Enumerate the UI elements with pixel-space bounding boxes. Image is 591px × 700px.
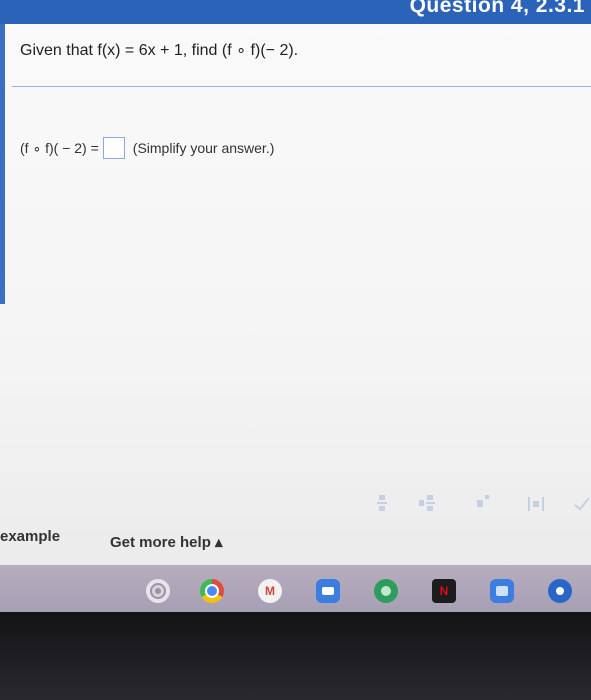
fraction-icon[interactable] [376, 494, 388, 512]
answer-hint: (Simplify your answer.) [132, 140, 275, 156]
answer-input[interactable] [102, 137, 125, 159]
exponent-icon[interactable] [476, 494, 490, 508]
laptop-bezel [0, 612, 591, 700]
header-bar: Question 4, 2.3.1 [0, 0, 591, 24]
netflix-icon[interactable]: N [432, 579, 456, 603]
section-divider [12, 86, 591, 97]
question-number-label: Question 4, 2.3.1 [409, 0, 585, 17]
gmail-icon[interactable]: M [258, 579, 282, 603]
store-icon[interactable] [548, 579, 572, 603]
absolute-value-icon[interactable] [527, 497, 545, 511]
mixed-number-icon[interactable] [418, 494, 436, 512]
footer-links: example Get more help ▴ [0, 528, 591, 558]
chrome-icon[interactable] [200, 579, 224, 603]
get-more-help-link[interactable]: Get more help ▴ [110, 533, 223, 551]
settings-icon[interactable] [146, 579, 170, 603]
question-text: Given that f(x) = 6x + 1, find (f ∘ f)(−… [20, 42, 299, 59]
browser-viewport: Question 4, 2.3.1 Given that f(x) = 6x +… [0, 0, 591, 612]
view-example-link[interactable]: example [0, 528, 60, 545]
left-accent-bar [0, 24, 5, 304]
check-icon[interactable] [574, 497, 590, 511]
answer-row: (f ∘ f)( − 2) = (Simplify your answer.) [20, 137, 274, 159]
answer-prefix: (f ∘ f)( − 2) = [20, 139, 99, 156]
docs-icon[interactable] [316, 579, 340, 603]
play-icon[interactable] [374, 579, 398, 603]
files-icon[interactable] [490, 579, 514, 603]
